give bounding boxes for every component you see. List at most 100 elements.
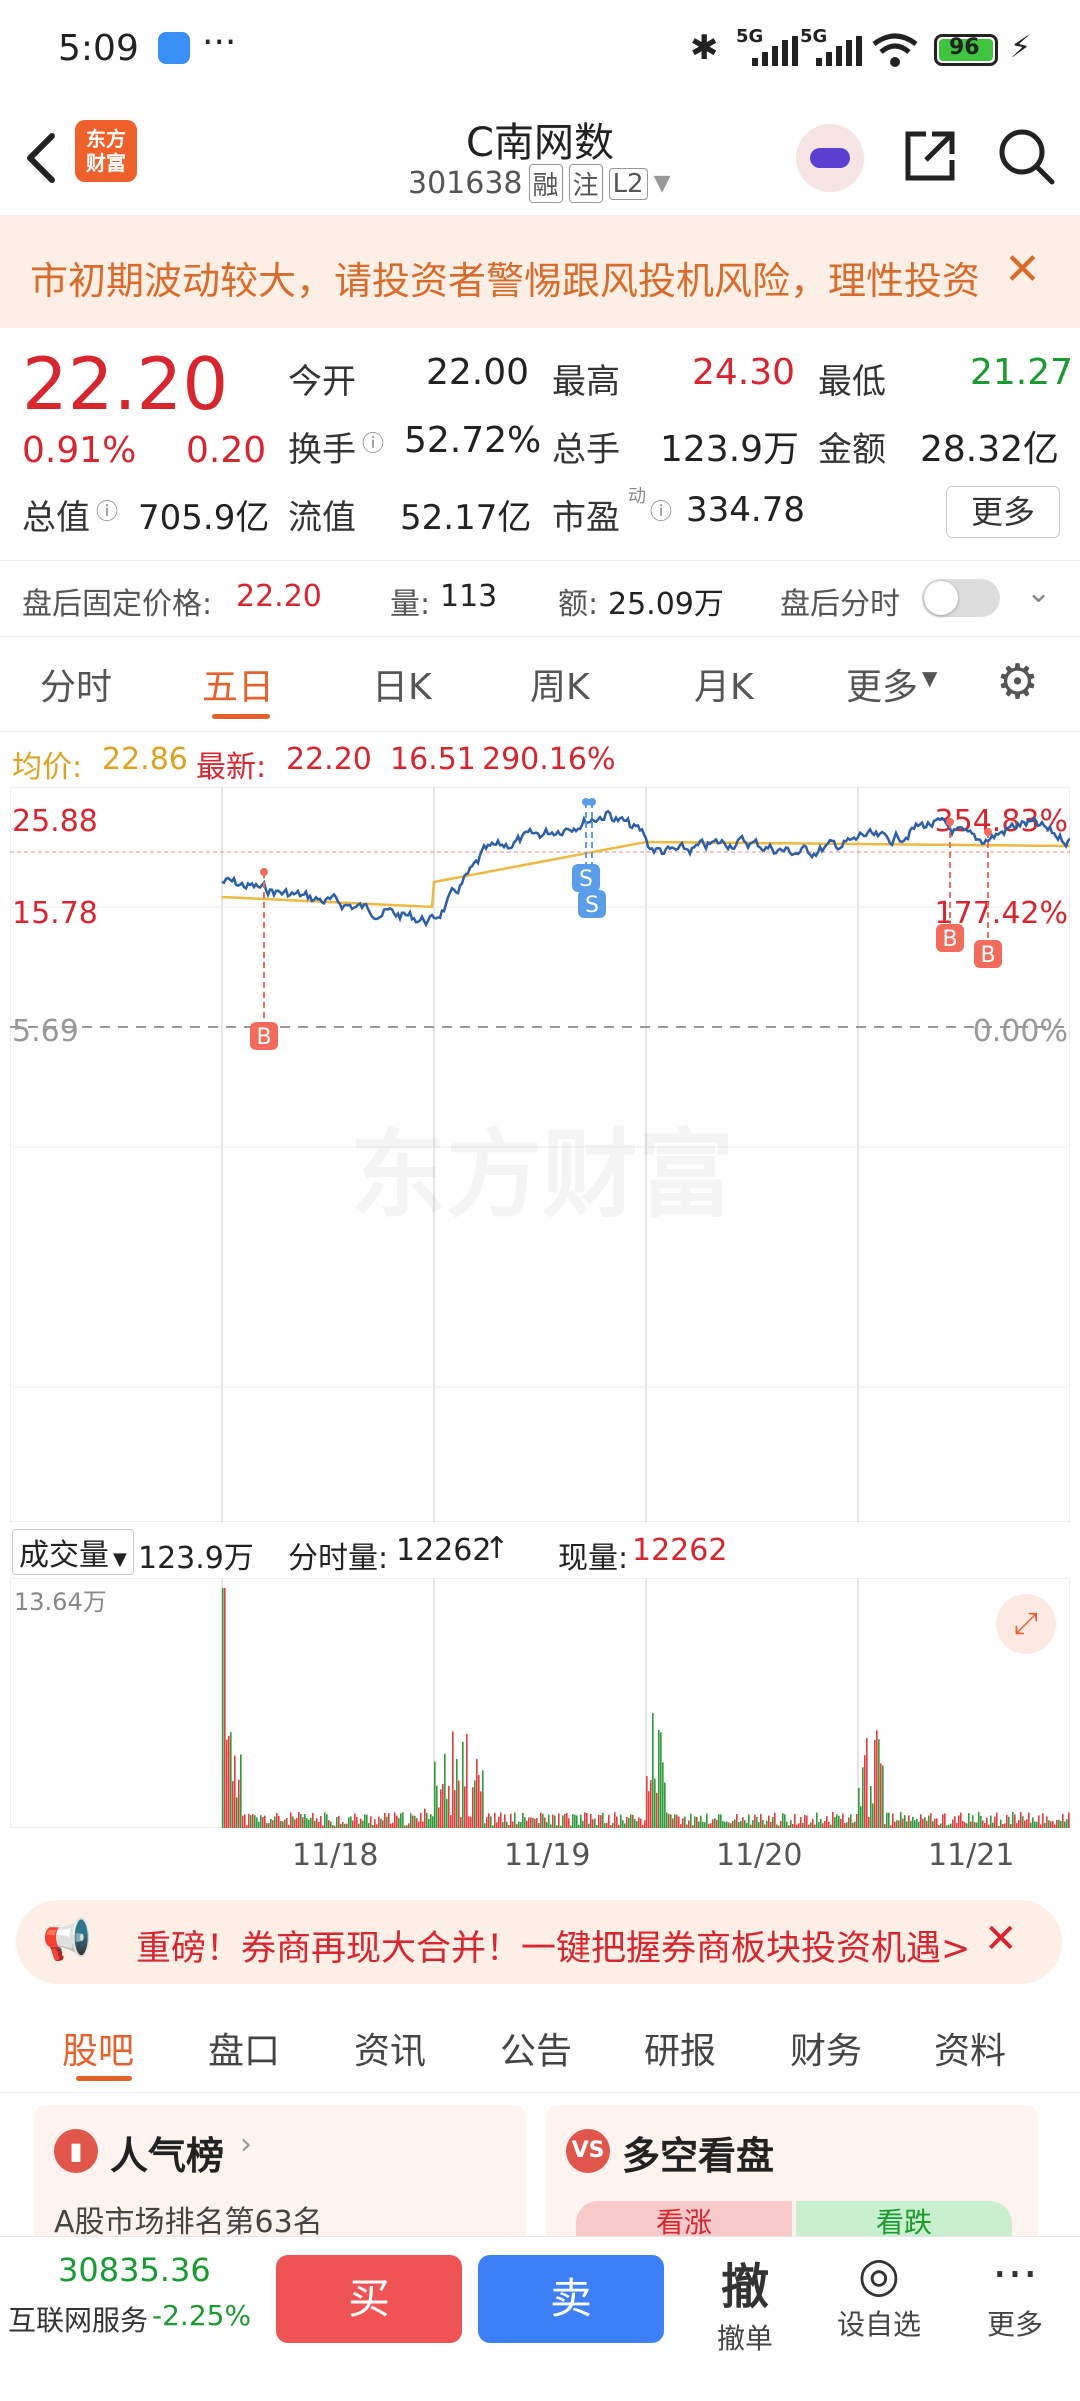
five-day-chart[interactable]: 25.8815.785.69354.83%177.42%0.00%BSSBB 东…: [10, 787, 1070, 1522]
volume-bar: [470, 1816, 472, 1828]
volume-value: 123.9万: [660, 429, 800, 470]
volume-bar: [792, 1823, 794, 1828]
tab-weekly-k[interactable]: 周K: [530, 658, 590, 710]
add-watchlist-button[interactable]: ◎ 设自选: [824, 2247, 934, 2343]
bull-bear-card[interactable]: VS 多空看盘 看涨 看跌: [546, 2105, 1038, 2245]
quote-more-button[interactable]: 更多: [946, 486, 1060, 538]
volume-bar: [574, 1814, 576, 1828]
volume-chart[interactable]: 13.64万 ⤢: [10, 1578, 1070, 1828]
volume-bar: [536, 1817, 538, 1828]
volume-selector[interactable]: 成交量 ▼: [12, 1529, 134, 1575]
expand-icon[interactable]: ⤢: [996, 1594, 1056, 1654]
buy-button[interactable]: 买: [276, 2255, 462, 2343]
volume-bar: [240, 1754, 242, 1828]
volume-bar: [610, 1825, 612, 1828]
volume-bar: [704, 1822, 706, 1828]
volume-bar: [1058, 1819, 1060, 1828]
volume-bar: [596, 1824, 598, 1828]
tab-monthly-k[interactable]: 月K: [694, 658, 754, 710]
volume-bar: [974, 1822, 976, 1828]
tab-finance[interactable]: 财务: [790, 2022, 862, 2074]
volume-bar: [766, 1820, 768, 1828]
volume-bar: [1062, 1813, 1064, 1828]
popularity-card[interactable]: ▮ 人气榜 › A股市场排名第63名: [34, 2105, 526, 2245]
cancel-order-button[interactable]: 撤 撤单: [690, 2247, 800, 2357]
volume-bar: [226, 1739, 228, 1828]
volume-bar: [298, 1812, 300, 1828]
tab-announcements[interactable]: 公告: [500, 2022, 572, 2074]
tab-five-day[interactable]: 五日: [202, 658, 274, 710]
y-tick-right: 0.00%: [973, 1014, 1068, 1049]
tab-orderbook[interactable]: 盘口: [208, 2022, 280, 2074]
info-icon[interactable]: ⓘ: [362, 426, 384, 458]
volume-chart-svg[interactable]: [10, 1578, 1070, 1828]
sell-button[interactable]: 卖: [478, 2255, 664, 2343]
back-icon[interactable]: [20, 128, 60, 188]
status-dots: ···: [202, 22, 237, 63]
turnover-label: 换手: [288, 430, 356, 470]
volume-bar: [262, 1817, 264, 1828]
info-icon[interactable]: ⓘ: [96, 494, 118, 526]
tab-intraday[interactable]: 分时: [40, 658, 112, 710]
tab-profile[interactable]: 资料: [934, 2022, 1006, 2074]
promo-banner[interactable]: 📢 重磅！券商再现大合并！一键把握券商板块投资机遇> ✕: [16, 1900, 1062, 1984]
volume-bar: [972, 1815, 974, 1828]
volume-bar: [376, 1824, 378, 1828]
volume-bar: [642, 1824, 644, 1828]
tab-more[interactable]: 更多: [846, 658, 918, 710]
volume-bar: [876, 1730, 878, 1828]
volume-bar: [694, 1816, 696, 1828]
caret-down-icon[interactable]: ▼: [922, 666, 937, 690]
index-name: 互联网服务: [8, 2304, 149, 2337]
volume-bar: [356, 1816, 358, 1828]
tab-news[interactable]: 资讯: [354, 2022, 426, 2074]
volume-bar: [302, 1817, 304, 1828]
volume-bar: [636, 1821, 638, 1828]
app-notification-icon: [158, 32, 190, 64]
volume-bar: [296, 1817, 298, 1828]
tab-research[interactable]: 研报: [644, 2022, 716, 2074]
volume-bar: [252, 1814, 254, 1828]
close-icon[interactable]: ✕: [1004, 244, 1041, 295]
tab-daily-k[interactable]: 日K: [372, 658, 432, 710]
close-icon[interactable]: ✕: [984, 1916, 1018, 1962]
chevron-down-icon[interactable]: ⌄: [1026, 575, 1051, 610]
volume-bar: [764, 1824, 766, 1828]
volume-bar: [508, 1825, 510, 1828]
assistant-avatar-icon[interactable]: [796, 124, 864, 192]
volume-bar: [772, 1816, 774, 1828]
volume-bar: [348, 1817, 350, 1828]
volume-bar: [832, 1812, 834, 1828]
volume-bar: [1026, 1819, 1028, 1828]
dropdown-icon[interactable]: ▼: [654, 171, 671, 196]
more-dots-icon: ···: [992, 2247, 1038, 2303]
volume-bar: [834, 1817, 836, 1828]
volume-bar: [1016, 1823, 1018, 1828]
volume-bar: [488, 1813, 490, 1828]
volume-bar: [1032, 1817, 1034, 1828]
volume-bar: [318, 1821, 320, 1828]
volume-bar: [786, 1821, 788, 1828]
volume-bar: [266, 1823, 268, 1828]
volume-bar: [632, 1814, 634, 1828]
volume-label: 总手: [552, 430, 620, 470]
volume-bar: [1018, 1820, 1020, 1828]
search-icon[interactable]: [994, 124, 1058, 188]
open-value: 22.00: [426, 352, 530, 393]
info-icon[interactable]: ⓘ: [650, 494, 672, 526]
tab-guba[interactable]: 股吧: [62, 2022, 134, 2074]
settings-gear-icon[interactable]: ⚙: [996, 654, 1039, 710]
volume-bar: [708, 1823, 710, 1828]
volume-bar: [890, 1825, 892, 1828]
volume-bar: [586, 1813, 588, 1828]
volume-bar: [338, 1815, 340, 1828]
more-button[interactable]: ··· 更多: [960, 2247, 1070, 2343]
volume-bar: [944, 1813, 946, 1828]
volume-bar: [690, 1813, 692, 1828]
after-hours-toggle[interactable]: [922, 579, 1000, 617]
volume-bar: [316, 1818, 318, 1828]
volume-bar: [514, 1812, 516, 1828]
volume-bar: [782, 1813, 784, 1828]
volume-bar: [946, 1825, 948, 1828]
share-icon[interactable]: [900, 126, 960, 186]
